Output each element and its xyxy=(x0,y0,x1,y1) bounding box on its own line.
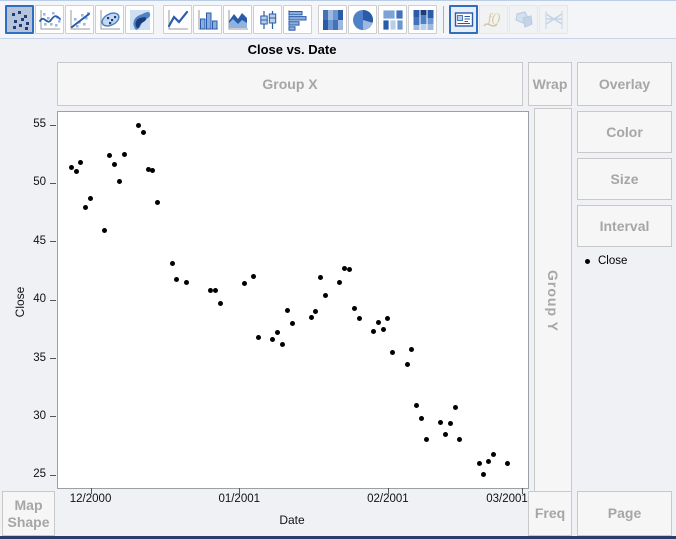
data-point[interactable] xyxy=(290,321,295,326)
legend-marker-dot-icon xyxy=(585,259,590,264)
y-axis-tick xyxy=(50,475,56,476)
toolbar-button-heatmap[interactable] xyxy=(318,5,347,34)
toolbar-button-points[interactable] xyxy=(5,5,34,34)
y-axis-tick xyxy=(50,416,56,417)
y-axis-tick-label: 35 xyxy=(16,352,46,364)
data-point[interactable] xyxy=(122,152,127,157)
y-axis-tick-label: 30 xyxy=(16,410,46,422)
data-point[interactable] xyxy=(457,437,462,442)
y-axis-tick-label: 25 xyxy=(16,468,46,480)
toolbar-button-map-shapes[interactable] xyxy=(509,5,538,34)
toolbar-button-bar[interactable] xyxy=(193,5,222,34)
x-axis-tick-label: 12/2000 xyxy=(61,493,121,505)
data-point[interactable] xyxy=(74,169,79,174)
dropzone-interval[interactable]: Interval xyxy=(577,205,672,247)
toolbar-button-formula[interactable]: f() xyxy=(479,5,508,34)
toolbar-button-mosaic[interactable] xyxy=(408,5,437,34)
y-axis-tick xyxy=(50,183,56,184)
data-point[interactable] xyxy=(443,432,448,437)
data-point[interactable] xyxy=(136,123,141,128)
data-point[interactable] xyxy=(280,342,285,347)
svg-text:f(): f() xyxy=(488,10,500,25)
page-title[interactable]: Close vs. Date xyxy=(57,42,527,57)
dropzone-group-y[interactable]: Group Y xyxy=(534,108,572,493)
dropzone-map-shape[interactable]: Map Shape xyxy=(2,491,55,536)
data-point[interactable] xyxy=(141,130,146,135)
dropzone-interval-label: Interval xyxy=(600,218,650,234)
toolbar-button-smoother[interactable] xyxy=(35,5,64,34)
y-axis-tick xyxy=(50,125,56,126)
data-point[interactable] xyxy=(381,327,386,332)
legend-item-close[interactable]: Close xyxy=(580,253,670,269)
y-axis-tick xyxy=(50,241,56,242)
toolbar-button-ellipse[interactable] xyxy=(95,5,124,34)
dropzone-color[interactable]: Color xyxy=(577,111,672,153)
data-point[interactable] xyxy=(419,416,424,421)
dropzone-page-label: Page xyxy=(608,505,641,521)
toolbar-button-treemap[interactable] xyxy=(378,5,407,34)
dropzone-size[interactable]: Size xyxy=(577,158,672,200)
toolbar-button-parallel[interactable] xyxy=(539,5,568,34)
data-point[interactable] xyxy=(155,200,160,205)
data-point[interactable] xyxy=(218,301,223,306)
data-point[interactable] xyxy=(117,179,122,184)
x-axis-label[interactable]: Date xyxy=(262,513,322,527)
dropzone-wrap-label: Wrap xyxy=(533,76,568,92)
x-axis-tick-label: 03/2001 xyxy=(477,493,537,505)
data-point[interactable] xyxy=(256,335,261,340)
toolbar-separator xyxy=(443,6,444,33)
x-axis-tick-label: 01/2001 xyxy=(209,493,269,505)
data-point[interactable] xyxy=(405,362,410,367)
data-point[interactable] xyxy=(376,320,381,325)
dropzone-overlay-label: Overlay xyxy=(599,76,650,92)
dropzone-group-x-label: Group X xyxy=(262,76,317,92)
data-point[interactable] xyxy=(453,405,458,410)
toolbar-button-line[interactable] xyxy=(163,5,192,34)
data-point[interactable] xyxy=(242,281,247,286)
toolbar-button-pie[interactable] xyxy=(348,5,377,34)
toolbar: f() xyxy=(0,1,676,39)
toolbar-button-line-of-fit[interactable] xyxy=(65,5,94,34)
y-axis-tick xyxy=(50,300,56,301)
data-point[interactable] xyxy=(285,308,290,313)
dropzone-wrap[interactable]: Wrap xyxy=(528,62,572,106)
legend-label: Close xyxy=(598,255,627,267)
dropzone-group-x[interactable]: Group X xyxy=(57,62,523,106)
data-point[interactable] xyxy=(424,437,429,442)
y-axis-tick-label: 45 xyxy=(16,235,46,247)
data-point[interactable] xyxy=(486,459,491,464)
plot-area[interactable] xyxy=(57,111,529,489)
data-point[interactable] xyxy=(352,306,357,311)
data-point[interactable] xyxy=(69,165,74,170)
dropzone-page[interactable]: Page xyxy=(577,491,672,536)
dropzone-map-shape-label: Map Shape xyxy=(5,497,52,529)
y-axis-tick-label: 50 xyxy=(16,176,46,188)
dropzone-freq-label: Freq xyxy=(535,505,565,521)
toolbar-button-area[interactable] xyxy=(223,5,252,34)
x-axis-tick-label: 02/2001 xyxy=(358,493,418,505)
data-point[interactable] xyxy=(491,452,496,457)
toolbar-button-histogram[interactable] xyxy=(283,5,312,34)
data-point[interactable] xyxy=(477,461,482,466)
graph-builder-window: f() Close vs. Date Group X Wrap Overlay … xyxy=(0,0,676,539)
y-axis-label[interactable]: Close xyxy=(13,272,27,332)
dropzone-color-label: Color xyxy=(606,124,643,140)
dropzone-size-label: Size xyxy=(610,171,638,187)
toolbar-button-caption-box[interactable] xyxy=(449,5,478,34)
toolbar-button-contour[interactable] xyxy=(125,5,154,34)
dropzone-overlay[interactable]: Overlay xyxy=(577,62,672,106)
data-point[interactable] xyxy=(414,403,419,408)
y-axis-tick xyxy=(50,358,56,359)
y-axis-tick-label: 55 xyxy=(16,118,46,130)
dropzone-group-y-label: Group Y xyxy=(545,270,561,332)
data-point[interactable] xyxy=(309,315,314,320)
toolbar-button-box-plot[interactable] xyxy=(253,5,282,34)
